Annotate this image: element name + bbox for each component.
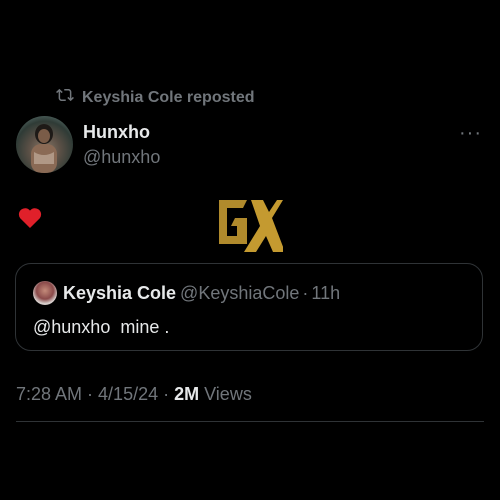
meta-separator: ·	[82, 384, 99, 404]
post-meta: 7:28 AM · 4/15/24 · 2M Views	[16, 384, 252, 405]
post-time[interactable]: 7:28 AM	[16, 384, 82, 404]
quoted-separator: ·	[302, 283, 309, 303]
gx-logo	[217, 196, 285, 256]
quoted-text: @hunxho mine .	[33, 317, 170, 337]
avatar[interactable]	[16, 116, 73, 173]
divider	[16, 421, 484, 422]
quoted-timestamp[interactable]: 11h	[311, 283, 340, 303]
views-count[interactable]: 2M	[174, 384, 199, 404]
post-date[interactable]: 4/15/24	[98, 384, 158, 404]
repost-row: Keyshia Cole reposted	[56, 86, 255, 109]
quoted-author-name[interactable]: Keyshia Cole	[63, 283, 176, 303]
quoted-header: Keyshia Cole @KeyshiaCole · 11h	[63, 283, 340, 304]
repost-label[interactable]: Keyshia Cole reposted	[82, 89, 255, 107]
quoted-author-handle[interactable]: @KeyshiaCole	[180, 283, 299, 303]
quoted-avatar[interactable]	[33, 281, 57, 305]
meta-separator: ·	[158, 384, 175, 404]
more-icon[interactable]: ···	[459, 122, 482, 145]
views-label: Views	[199, 384, 252, 404]
repost-icon	[56, 86, 74, 109]
author-handle[interactable]: @hunxho	[83, 147, 160, 168]
quoted-post[interactable]: Keyshia Cole @KeyshiaCole · 11h @hunxho min…	[15, 263, 483, 351]
author-name[interactable]: Hunxho	[83, 122, 150, 143]
heart-emoji	[17, 205, 43, 231]
